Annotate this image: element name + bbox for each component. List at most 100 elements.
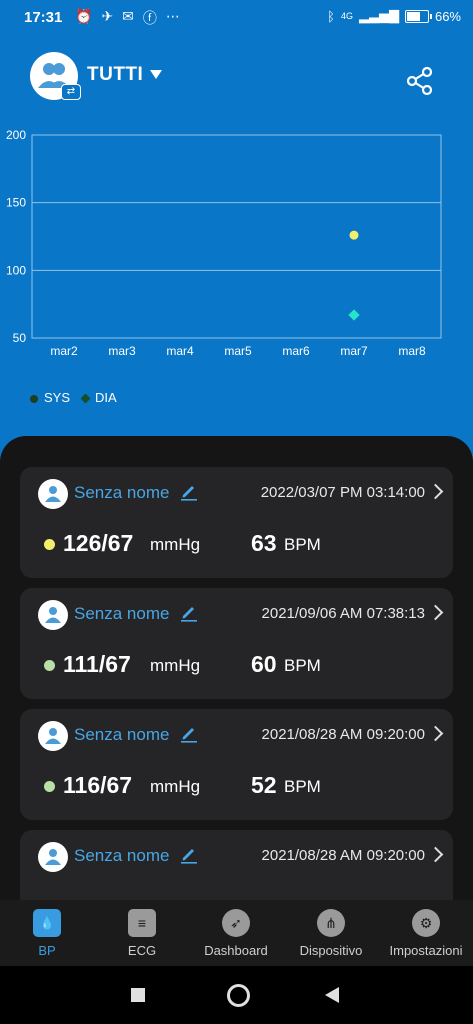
signal-icon: ▂▃▅▇ (358, 8, 399, 23)
home-button[interactable] (227, 984, 250, 1007)
record-user-name[interactable]: Senza nome (74, 846, 169, 866)
nav-item-bp[interactable]: 💧 BP (0, 906, 94, 958)
bp-icon: 💧 (33, 909, 61, 937)
heart-rate-unit: BPM (284, 777, 321, 796)
record-datetime: 2021/08/28 AM 09:20:00 (261, 726, 425, 743)
user-icon (45, 486, 61, 502)
plot-frame (31, 134, 442, 339)
y-tick-label: 150 (6, 196, 26, 210)
x-tick-label: mar7 (340, 344, 368, 358)
edit-icon[interactable] (179, 844, 199, 864)
bp-value: 126/67 (63, 530, 134, 556)
user-avatar (38, 479, 68, 509)
heart-rate-unit: BPM (284, 656, 321, 675)
facebook-icon: ⓕ (142, 10, 157, 26)
back-button[interactable] (325, 987, 339, 1003)
status-bar: 17:31 ⏰ ✈ ✉ ⓕ ⋯ ᛒ 4G ▂▃▅▇ 66% (0, 0, 473, 38)
heart-rate-value: 52 (251, 772, 277, 798)
dia-legend-marker (80, 393, 91, 404)
mail-icon: ✉ (122, 8, 134, 24)
record-user-name[interactable]: Senza nome (74, 725, 169, 745)
dia-point (348, 309, 360, 321)
x-tick-label: mar8 (398, 344, 426, 358)
user-avatar (38, 842, 68, 872)
notification-icons: ⏰ ✈ ✉ ⓕ ⋯ (75, 8, 180, 28)
x-tick-label: mar5 (224, 344, 252, 358)
status-dot (44, 660, 55, 671)
bp-value: 111/67 (63, 651, 131, 677)
alarm-icon: ⏰ (75, 8, 93, 24)
nav-item-ecg[interactable]: ≡ ECG (95, 906, 189, 958)
heart-rate-unit: BPM (284, 535, 321, 554)
record-user-name[interactable]: Senza nome (74, 604, 169, 624)
user-icon (45, 728, 61, 744)
compass-icon: ➶ (222, 909, 250, 937)
bp-chart: 200 150 100 50 mar2 mar3 mar4 mar5 mar6 mar7 mar8 (6, 128, 442, 358)
y-tick-label: 200 (6, 128, 26, 142)
nav-label-dashboard: Dashboard (204, 943, 268, 958)
x-tick-label: mar6 (282, 344, 310, 358)
chevron-right-icon[interactable] (427, 604, 444, 621)
heart-rate-value: 60 (251, 651, 277, 677)
edit-icon[interactable] (179, 602, 199, 622)
bluetooth-icon: ᛒ (327, 8, 335, 24)
recent-apps-button[interactable] (131, 988, 145, 1002)
record-datetime: 2021/09/06 AM 07:38:13 (261, 605, 425, 622)
sys-point (349, 230, 359, 240)
nav-item-dashboard[interactable]: ➶ Dashboard (189, 906, 283, 958)
bp-unit: mmHg (150, 656, 201, 675)
nav-item-device[interactable]: ⋔ Dispositivo (284, 906, 378, 958)
edit-icon[interactable] (179, 481, 199, 501)
record-card[interactable]: Senza nome 2022/03/07 PM 03:14:00 126/67… (20, 467, 453, 578)
nav-label-bp: BP (38, 943, 56, 958)
gear-icon: ⚙ (412, 909, 440, 937)
record-card[interactable]: Senza nome 2021/08/28 AM 09:20:00 (20, 830, 453, 906)
x-tick-label: mar3 (108, 344, 136, 358)
chevron-right-icon[interactable] (427, 846, 444, 863)
legend-dia: DIA (80, 390, 117, 405)
x-tick-label: mar4 (166, 344, 194, 358)
nav-label-ecg: ECG (127, 943, 157, 958)
record-user-name[interactable]: Senza nome (74, 483, 169, 503)
legend-sys: SYS (30, 390, 70, 405)
more-notifications-icon: ⋯ (165, 8, 180, 24)
user-filter-title[interactable]: TUTTI (87, 64, 143, 86)
battery-level: 66% (434, 8, 461, 24)
nav-label-settings: Impostazioni (389, 943, 463, 958)
device-icon: ⋔ (317, 909, 345, 937)
record-datetime: 2022/03/07 PM 03:14:00 (260, 484, 425, 501)
x-tick-label: mar2 (50, 344, 78, 358)
battery-icon (404, 9, 432, 23)
user-avatar (38, 721, 68, 751)
chevron-right-icon[interactable] (427, 483, 444, 500)
user-avatar (38, 600, 68, 630)
system-navigation-bar (0, 966, 473, 1024)
chevron-right-icon[interactable] (427, 725, 444, 742)
records-list: Senza nome 2022/03/07 PM 03:14:00 126/67… (0, 436, 473, 906)
user-icon (45, 607, 61, 623)
record-card[interactable]: Senza nome 2021/09/06 AM 07:38:13 111/67… (20, 588, 453, 699)
status-dot (44, 539, 55, 550)
user-group-avatar[interactable]: ⇄ (30, 52, 81, 100)
dropdown-caret-icon[interactable] (150, 70, 162, 79)
record-datetime: 2021/08/28 AM 09:20:00 (261, 847, 425, 864)
edit-icon[interactable] (179, 723, 199, 743)
chart-legend: SYS DIA (30, 390, 117, 405)
system-icons: ᛒ 4G ▂▃▅▇ 66% (327, 8, 461, 24)
y-tick-label: 50 (13, 331, 27, 345)
bp-unit: mmHg (150, 535, 201, 554)
status-time: 17:31 (24, 9, 63, 26)
heart-rate-value: 63 (251, 530, 277, 556)
nav-item-settings[interactable]: ⚙ Impostazioni (379, 906, 473, 958)
switch-user-icon: ⇄ (61, 84, 81, 100)
bp-value: 116/67 (63, 772, 133, 798)
record-card[interactable]: Senza nome 2021/08/28 AM 09:20:00 116/67… (20, 709, 453, 820)
bottom-nav: 💧 BP ≡ ECG ➶ Dashboard ⋔ Dispositivo ⚙ I… (0, 900, 473, 966)
user-icon (45, 849, 61, 865)
app-header: ⇄ TUTTI (0, 52, 473, 102)
network-label: 4G (340, 11, 353, 21)
sys-legend-marker (30, 394, 38, 403)
status-dot (44, 781, 55, 792)
share-icon[interactable] (405, 66, 435, 96)
bp-unit: mmHg (150, 777, 201, 796)
